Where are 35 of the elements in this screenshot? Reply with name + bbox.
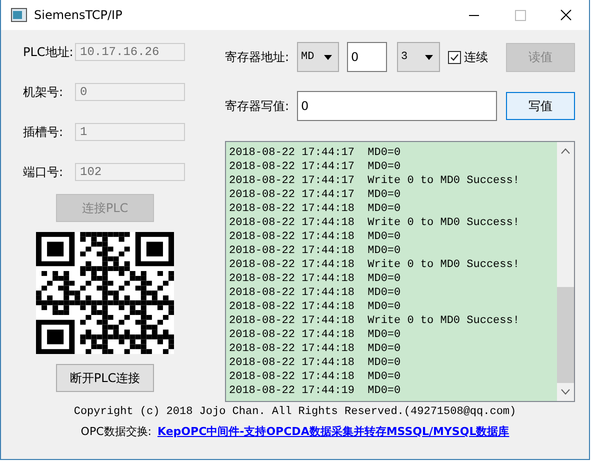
window-title: SiemensTCP/IP bbox=[34, 8, 122, 22]
log-line: 2018-08-22 17:44:18 MD0=0 bbox=[229, 356, 402, 370]
log-line: 2018-08-22 17:44:18 MD0=0 bbox=[229, 230, 402, 244]
log-line: 2018-08-22 17:44:17 Write 0 to MD0 Success! bbox=[229, 174, 520, 188]
field-label: PLC地址: bbox=[23, 44, 74, 60]
area-dropdown[interactable]: MD bbox=[297, 42, 339, 72]
checkbox-label: 连续 bbox=[464, 48, 488, 66]
log-line: 2018-08-22 17:44:17 MD0=0 bbox=[229, 188, 402, 202]
log-line: 2018-08-22 17:44:18 MD0=0 bbox=[229, 370, 402, 384]
log-line: 2018-08-22 17:44:18 MD0=0 bbox=[229, 300, 402, 314]
opc-label: OPC数据交换: bbox=[80, 424, 152, 439]
write-button[interactable]: 写值 bbox=[506, 92, 575, 120]
disconnect-button[interactable]: 断开PLC连接 bbox=[56, 364, 154, 392]
log-line: 2018-08-22 17:44:18 MD0=0 bbox=[229, 342, 402, 356]
log-line: 2018-08-22 17:44:18 Write 0 to MD0 Success! bbox=[229, 258, 520, 272]
field-label: 寄存器写值: bbox=[225, 98, 289, 114]
log-line: 2018-08-22 17:44:18 MD0=0 bbox=[229, 272, 402, 286]
field-label: 端口号: bbox=[23, 164, 64, 180]
log-line: 2018-08-22 17:44:17 MD0=0 bbox=[229, 146, 402, 160]
log-line: 2018-08-22 17:44:18 Write 0 to MD0 Success! bbox=[229, 216, 520, 230]
log-line: 2018-08-22 17:44:19 MD0=0 bbox=[229, 384, 402, 398]
opc-link[interactable]: KepOPC中间件-支持OPCDA数据采集并转存MSSQL/MYSQL数据库 bbox=[157, 424, 510, 439]
address-field[interactable]: 0 bbox=[347, 42, 387, 72]
log-line: 2018-08-22 17:44:17 MD0=0 bbox=[229, 160, 402, 174]
copyright-text: Copyright (c) 2018 Jojo Chan. All Rights Reserved.(49271508@qq.com) bbox=[74, 406, 516, 418]
log-line: 2018-08-22 17:44:18 MD0=0 bbox=[229, 328, 402, 342]
log-line: 2018-08-22 17:44:18 MD0=0 bbox=[229, 202, 402, 216]
field-label: 插槽号: bbox=[23, 124, 64, 140]
log-line: 2018-08-22 17:44:18 MD0=0 bbox=[229, 244, 402, 258]
log-line: 2018-08-22 17:44:18 MD0=0 bbox=[229, 286, 402, 300]
value-field[interactable]: 0 bbox=[297, 91, 497, 121]
field-label: 机架号: bbox=[23, 84, 64, 100]
field-label: 寄存器地址: bbox=[225, 48, 289, 66]
length-dropdown[interactable]: 3 bbox=[397, 42, 440, 72]
log-line: 2018-08-22 17:44:18 Write 0 to MD0 Success! bbox=[229, 314, 520, 328]
